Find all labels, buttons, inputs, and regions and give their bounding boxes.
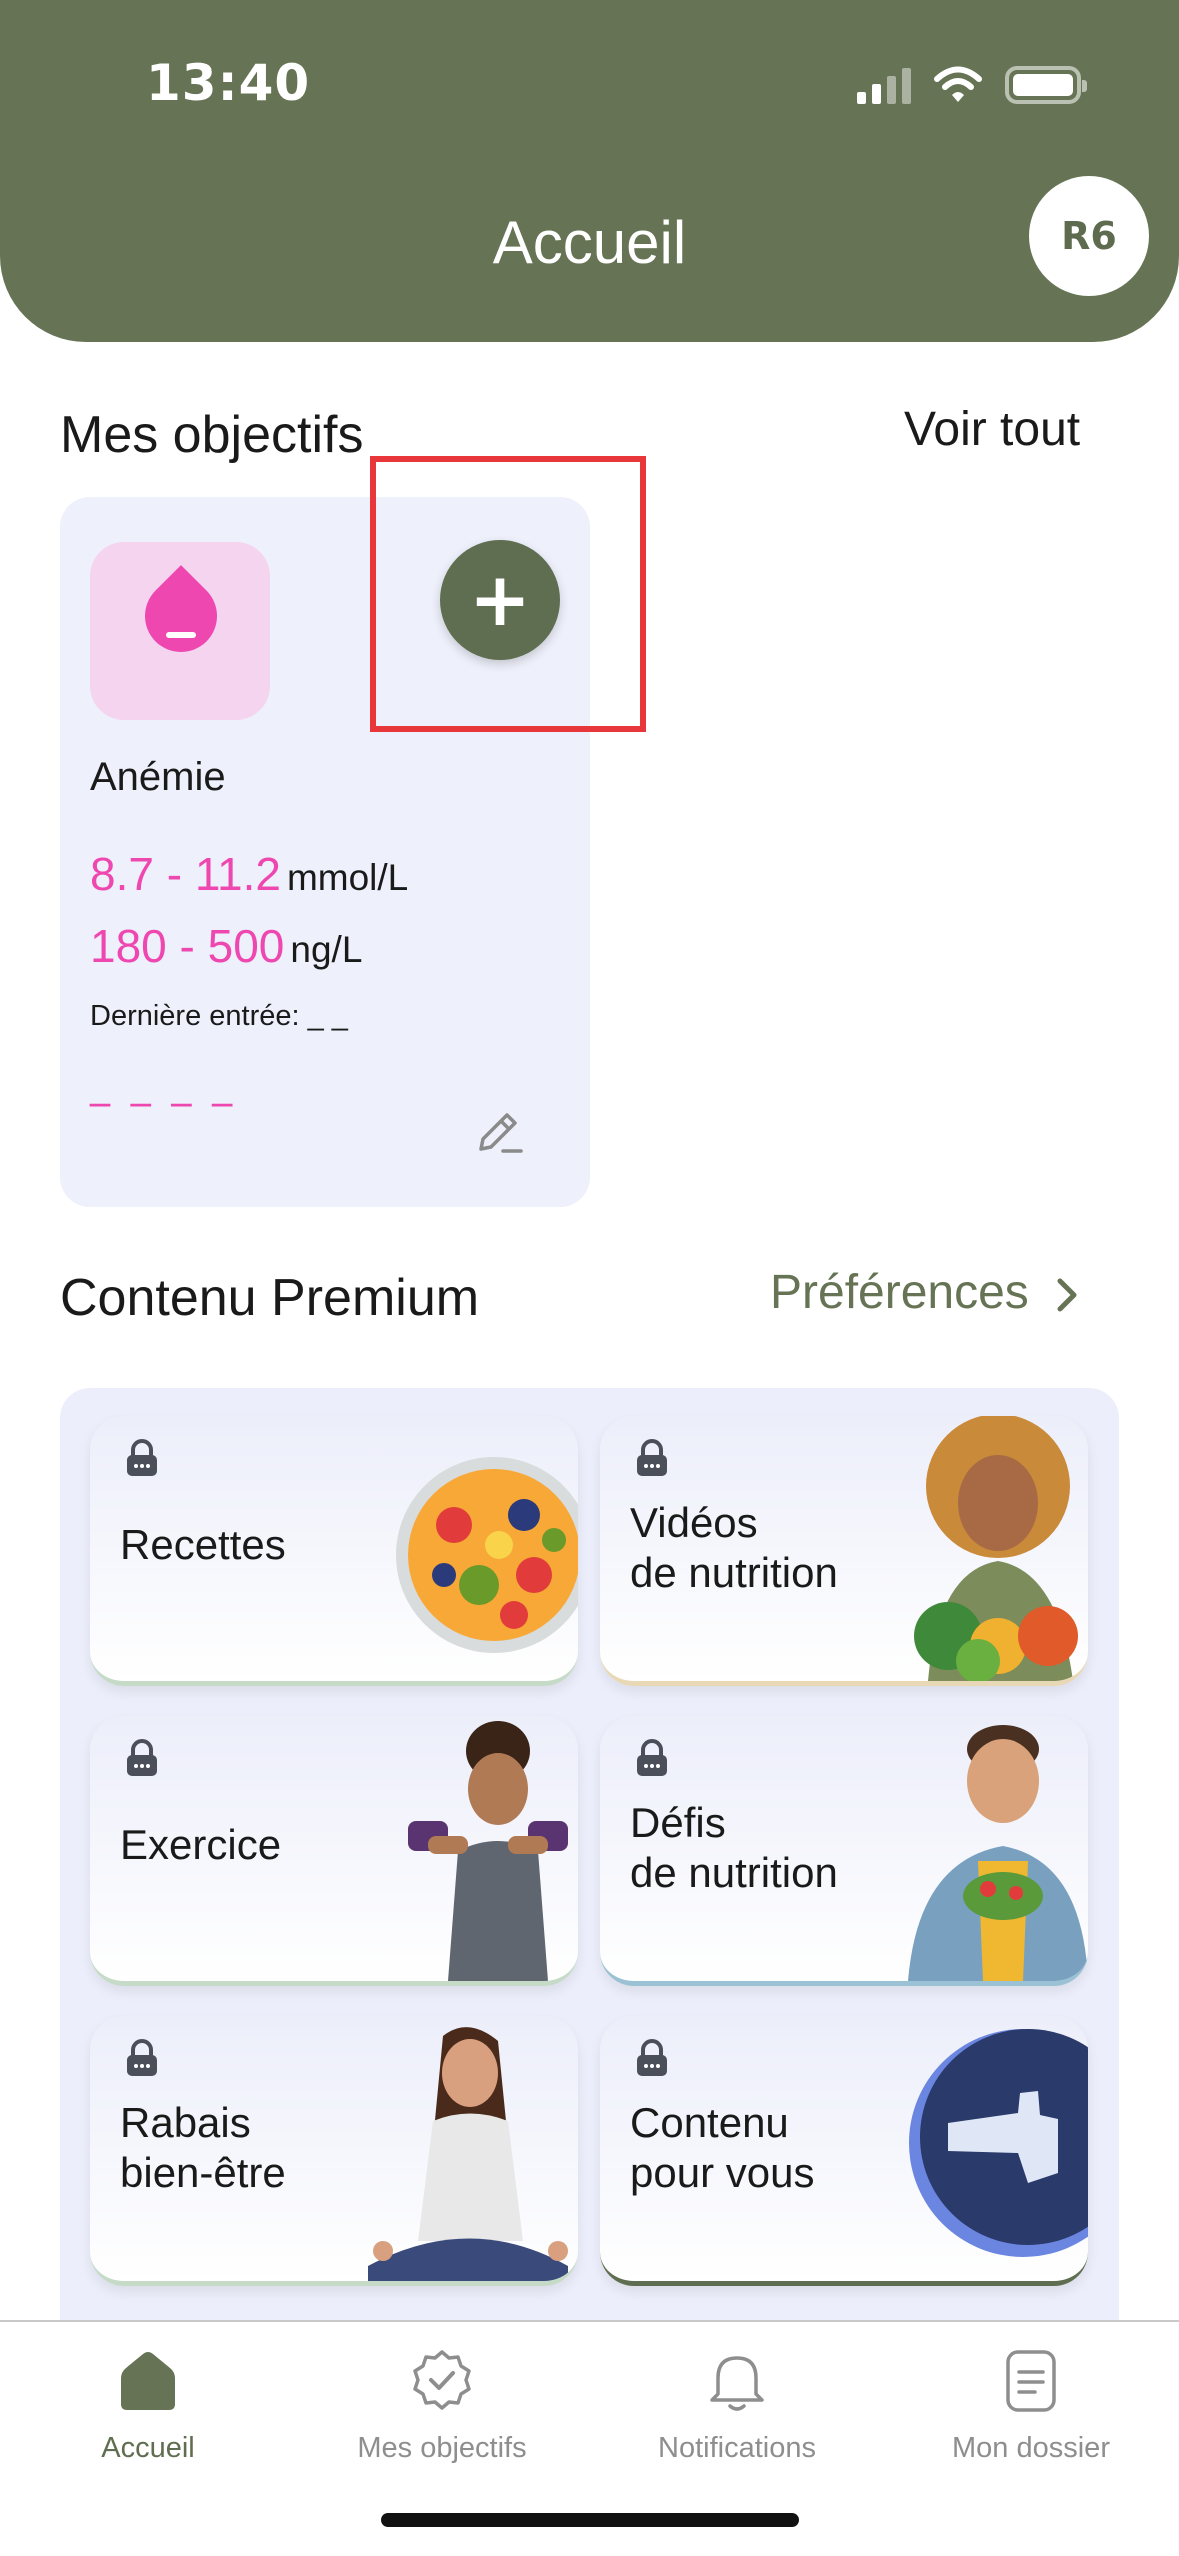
pointing-hand-badge-icon <box>909 2029 1088 2257</box>
lock-icon <box>127 2039 157 2076</box>
nav-mes-objectifs[interactable]: Mes objectifs <box>312 2348 572 2465</box>
lock-icon <box>127 1739 157 1776</box>
range-value: 180 - 500 <box>90 920 285 972</box>
objectives-title: Mes objectifs <box>60 406 364 464</box>
premium-tile-rabais[interactable]: Rabais bien-être <box>90 2016 578 2286</box>
home-icon <box>121 2352 175 2410</box>
last-value-placeholder: _ _ _ _ <box>90 1061 237 1107</box>
tile-label: Rabais bien-être <box>120 2099 286 2196</box>
nav-label: Notifications <box>658 2432 816 2464</box>
range-value: 8.7 - 11.2 <box>90 848 281 900</box>
preferences-label: Préférences <box>770 1266 1029 1319</box>
nav-accueil[interactable]: Accueil <box>18 2348 278 2465</box>
status-icons <box>857 66 1087 104</box>
nav-mon-dossier[interactable]: Mon dossier <box>901 2348 1161 2465</box>
status-time: 13:40 <box>146 54 311 112</box>
app-header: 13:40 Accueil R6 <box>0 0 1179 342</box>
tile-label: Exercice <box>120 1821 282 1868</box>
see-all-link[interactable]: Voir tout <box>904 402 1080 457</box>
preferences-link[interactable]: Préférences <box>770 1265 1082 1320</box>
range-row: 180 - 500 ng/L <box>90 919 362 973</box>
badge-check-icon <box>413 2350 471 2410</box>
woman-meditating-image <box>368 2027 568 2281</box>
chevron-right-icon <box>1057 1278 1077 1312</box>
objective-icon-box <box>90 542 270 720</box>
woman-with-dumbbells-image <box>408 1721 568 1981</box>
wifi-icon <box>934 66 982 102</box>
avatar[interactable]: R6 <box>1029 176 1149 296</box>
battery-icon <box>1005 66 1087 104</box>
range-row: 8.7 - 11.2 mmol/L <box>90 847 408 901</box>
range-unit: mmol/L <box>286 857 409 898</box>
cellular-signal-icon <box>857 66 911 104</box>
page-title: Accueil <box>492 209 687 276</box>
nav-label: Mes objectifs <box>357 2432 527 2464</box>
tile-label: Recettes <box>120 1521 286 1568</box>
tile-label: Vidéos de nutrition <box>630 1499 838 1596</box>
minus-mark <box>166 632 196 638</box>
premium-tile-recettes[interactable]: Recettes <box>90 1416 578 1686</box>
bell-icon <box>710 2356 764 2411</box>
premium-tile-exercice[interactable]: Exercice <box>90 1716 578 1986</box>
objective-name: Anémie <box>90 755 226 799</box>
nav-notifications[interactable]: Notifications <box>607 2348 867 2465</box>
nav-label: Mon dossier <box>952 2432 1110 2464</box>
blood-drop-minus-icon <box>130 565 232 667</box>
last-entry-text: Dernière entrée: _ _ <box>90 1000 348 1032</box>
tile-label: Contenu pour vous <box>630 2099 815 2196</box>
document-icon <box>1006 2350 1056 2412</box>
fruit-bowl-image <box>396 1457 578 1653</box>
lock-icon <box>637 1739 667 1776</box>
lock-icon <box>637 2039 667 2076</box>
premium-title: Contenu Premium <box>60 1269 480 1327</box>
premium-tile-videos-nutrition[interactable]: Vidéos de nutrition <box>600 1416 1088 1686</box>
lock-icon <box>127 1439 157 1476</box>
highlight-box <box>370 456 646 732</box>
woman-with-vegetables-image <box>914 1416 1078 1681</box>
pencil-edit-icon[interactable] <box>471 1105 527 1161</box>
premium-tile-defis-nutrition[interactable]: Défis de nutrition <box>600 1716 1088 1986</box>
lock-icon <box>637 1439 667 1476</box>
range-unit: ng/L <box>290 929 363 970</box>
premium-tile-contenu-pour-vous[interactable]: Contenu pour vous <box>600 2016 1088 2286</box>
tile-label: Défis de nutrition <box>630 1799 838 1896</box>
nav-label: Accueil <box>101 2432 195 2464</box>
home-indicator <box>381 2513 799 2527</box>
man-with-salad-image <box>908 1725 1088 1981</box>
